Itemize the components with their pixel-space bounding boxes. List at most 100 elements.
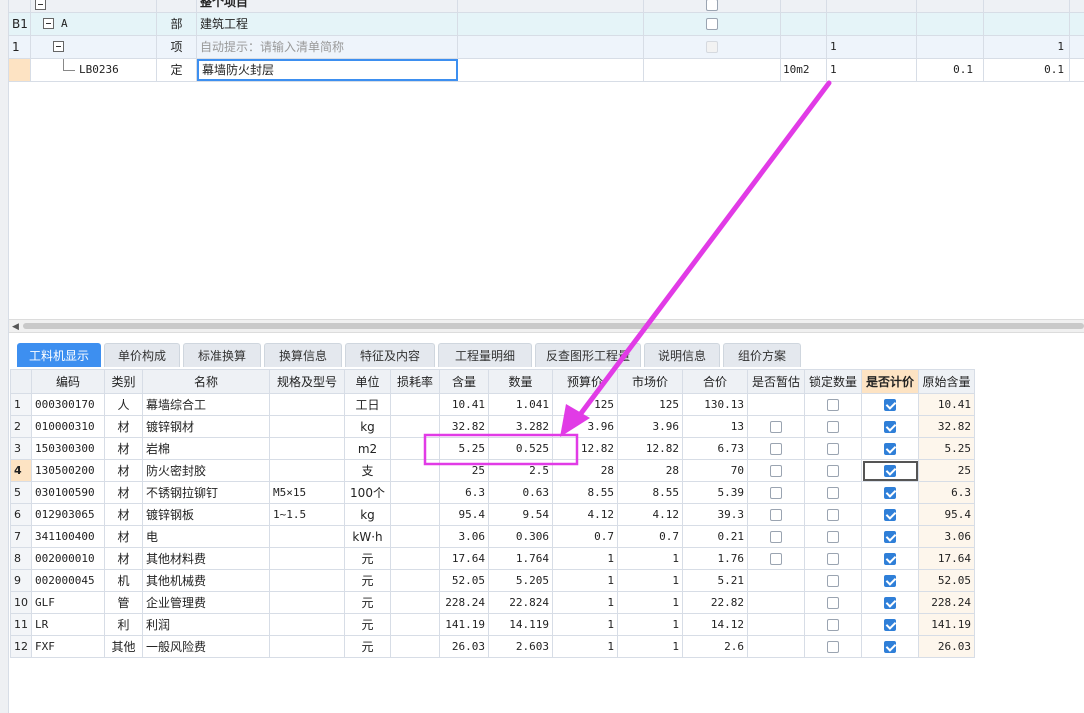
cell-budget[interactable]: 1 xyxy=(552,547,618,570)
cell-name[interactable]: 岩棉 xyxy=(142,437,270,460)
cell-qty[interactable]: 3.282 xyxy=(488,415,553,438)
cell-name[interactable]: 不锈钢拉铆钉 xyxy=(142,481,270,504)
tab-1[interactable]: 工料机显示 xyxy=(17,343,101,367)
cell-cat[interactable]: 利 xyxy=(104,613,143,636)
cell-code[interactable]: 010000310 xyxy=(31,415,105,438)
table-row[interactable]: 7 341100400 材电 kW·h 3.06 0.306 0.7 0.7 0.21 3.06 xyxy=(10,525,975,548)
cell-budget[interactable]: 1 xyxy=(552,635,618,658)
cell-no[interactable]: 6 xyxy=(10,503,32,526)
scroll-left-icon[interactable]: ◀ xyxy=(12,321,19,333)
lock-checkbox[interactable] xyxy=(827,531,839,543)
cell-total[interactable]: 1.76 xyxy=(682,547,748,570)
estimate-checkbox[interactable] xyxy=(770,421,782,433)
cell-lock[interactable] xyxy=(804,393,862,416)
cell-code[interactable]: 150300300 xyxy=(31,437,105,460)
cell-loss[interactable] xyxy=(390,415,440,438)
cell-code[interactable]: 341100400 xyxy=(31,525,105,548)
cell-market[interactable]: 125 xyxy=(617,393,683,416)
lock-checkbox[interactable] xyxy=(827,619,839,631)
lock-checkbox[interactable] xyxy=(827,509,839,521)
cell-qty[interactable]: 14.119 xyxy=(488,613,553,636)
cell-qty[interactable]: 2.603 xyxy=(488,635,553,658)
cell-no[interactable]: 7 xyxy=(10,525,32,548)
cell-est[interactable] xyxy=(747,459,805,482)
cell-lock[interactable] xyxy=(804,613,862,636)
estimate-checkbox[interactable] xyxy=(770,465,782,477)
estimate-checkbox[interactable] xyxy=(770,531,782,543)
cell-cat[interactable]: 材 xyxy=(104,437,143,460)
cell-no[interactable]: 1 xyxy=(10,393,32,416)
cell-priced[interactable] xyxy=(861,569,919,592)
cell-market[interactable]: 1 xyxy=(617,613,683,636)
cell-cat[interactable]: 其他 xyxy=(104,635,143,658)
row-checkbox-box[interactable] xyxy=(706,17,718,30)
cell-code[interactable]: 012903065 xyxy=(31,503,105,526)
cell-total[interactable]: 13 xyxy=(682,415,748,438)
cell-loss[interactable] xyxy=(390,569,440,592)
cell-cat[interactable]: 材 xyxy=(104,547,143,570)
estimate-checkbox[interactable] xyxy=(770,443,782,455)
cell-total[interactable]: 39.3 xyxy=(682,503,748,526)
cell-code[interactable]: 002000010 xyxy=(31,547,105,570)
cell-unit[interactable]: 元 xyxy=(344,591,391,614)
row-name[interactable]: 建筑工程 xyxy=(197,13,458,35)
cell-budget[interactable]: 8.55 xyxy=(552,481,618,504)
cell-total[interactable]: 130.13 xyxy=(682,393,748,416)
cell-loss[interactable] xyxy=(390,635,440,658)
top-grid-row[interactable]: 1 项自动提示：请输入清单简称 1 1 xyxy=(9,36,1084,59)
cell-qty[interactable]: 0.525 xyxy=(488,437,553,460)
lock-checkbox[interactable] xyxy=(827,421,839,433)
table-row[interactable]: 12 FXF 其他 一般风险费元 26.03 2.603 1 1 2.6 26.03 xyxy=(10,635,975,658)
table-row[interactable]: 6 012903065 材镀锌钢板 1~1.5 kg 95.4 9.54 4.12 4.12 39… xyxy=(10,503,975,526)
cell-content[interactable]: 141.19 xyxy=(439,613,489,636)
cell-cat[interactable]: 机 xyxy=(104,569,143,592)
table-row[interactable]: 11 LR 利利润元 141.19 14.119 1 1 14.12 141.19 xyxy=(10,613,975,636)
cell-spec[interactable] xyxy=(269,547,345,570)
cell-qty[interactable]: 2.5 xyxy=(488,459,553,482)
row-name-editor[interactable]: 幕墙防火封层 xyxy=(197,59,458,81)
priced-checkbox[interactable] xyxy=(884,399,896,411)
cell-unit[interactable]: 元 xyxy=(344,569,391,592)
tab-9[interactable]: 组价方案 xyxy=(723,343,801,367)
lock-checkbox[interactable] xyxy=(827,443,839,455)
priced-checkbox[interactable] xyxy=(884,597,896,609)
column-header[interactable]: 锁定数量 xyxy=(804,369,862,394)
lock-checkbox[interactable] xyxy=(827,553,839,565)
cell-est[interactable] xyxy=(747,613,805,636)
cell-code[interactable]: FXF xyxy=(31,635,105,658)
cell-spec[interactable] xyxy=(269,591,345,614)
table-row[interactable]: 9 002000045 机其他机械费元 52.05 5.205 1 1 5.21 52.05 xyxy=(10,569,975,592)
cell-lock[interactable] xyxy=(804,459,862,482)
cell-lock[interactable] xyxy=(804,525,862,548)
cell-lock[interactable] xyxy=(804,481,862,504)
cell-lock[interactable] xyxy=(804,415,862,438)
cell-total[interactable]: 5.21 xyxy=(682,569,748,592)
priced-checkbox[interactable] xyxy=(884,443,896,455)
cell-lock[interactable] xyxy=(804,503,862,526)
cell-total[interactable]: 2.6 xyxy=(682,635,748,658)
cell-cat[interactable]: 管 xyxy=(104,591,143,614)
cell-content[interactable]: 17.64 xyxy=(439,547,489,570)
cell-lock[interactable] xyxy=(804,569,862,592)
priced-checkbox[interactable] xyxy=(884,421,896,433)
cell-est[interactable] xyxy=(747,437,805,460)
cell-budget[interactable]: 1 xyxy=(552,591,618,614)
cell-unit[interactable]: 100个 xyxy=(344,481,391,504)
cell-unit[interactable]: kg xyxy=(344,503,391,526)
cell-name[interactable]: 企业管理费 xyxy=(142,591,270,614)
cell-total[interactable]: 6.73 xyxy=(682,437,748,460)
priced-checkbox[interactable] xyxy=(884,531,896,543)
cell-no[interactable]: 3 xyxy=(10,437,32,460)
column-header[interactable]: 单位 xyxy=(344,369,391,394)
cell-name[interactable]: 一般风险费 xyxy=(142,635,270,658)
cell-qty[interactable]: 5.205 xyxy=(488,569,553,592)
cell-spec[interactable] xyxy=(269,613,345,636)
cell-total[interactable]: 22.82 xyxy=(682,591,748,614)
cell-market[interactable]: 3.96 xyxy=(617,415,683,438)
table-row[interactable]: 3 150300300 材岩棉 m2 5.25 0.525 12.82 12.82 6.73 5.… xyxy=(10,437,975,460)
cell-priced[interactable] xyxy=(861,459,919,482)
table-row[interactable]: 1 000300170 人幕墙综合工 工日 10.41 1.041 125 125 130.13… xyxy=(10,393,975,416)
table-row[interactable]: 8 002000010 材其他材料费元 17.64 1.764 1 1 1.76 17.64 xyxy=(10,547,975,570)
priced-checkbox[interactable] xyxy=(884,465,896,477)
cell-orig[interactable]: 6.3 xyxy=(918,481,975,504)
